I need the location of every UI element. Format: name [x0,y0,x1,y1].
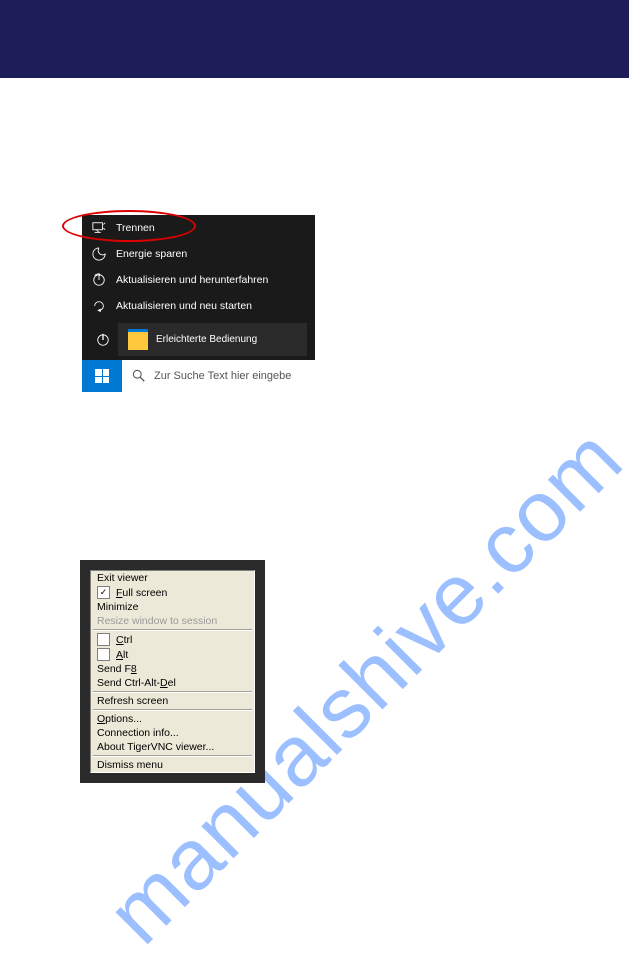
moon-icon [92,247,106,261]
menu-item-sleep[interactable]: Energie sparen [82,241,315,267]
vnc-menu-item[interactable]: Ctrl [91,632,254,647]
search-placeholder: Zur Suche Text hier eingebe [154,370,291,382]
menu-label: Refresh screen [97,695,168,707]
folder-icon [128,329,148,350]
checkbox-icon [97,633,110,646]
menu-label: Dismiss menu [97,759,163,771]
update-restart-icon [92,299,106,313]
menu-separator [93,709,252,711]
menu-label: Aktualisieren und neu starten [116,300,252,312]
menu-item-update-restart[interactable]: Aktualisieren und neu starten [82,293,315,319]
menu-label: Resize window to session [97,615,217,627]
vnc-menu-item[interactable]: Minimize [91,600,254,614]
menu-item-update-shutdown[interactable]: Aktualisieren und herunterfahren [82,267,315,293]
update-shutdown-icon [92,273,106,287]
vnc-menu-item[interactable]: Alt [91,647,254,662]
vnc-context-menu: Exit viewer ✓ Full screen Minimize Resize wi… [80,560,265,783]
checkbox-icon [97,648,110,661]
vnc-menu-item: Resize window to session [91,614,254,628]
menu-label: Minimize [97,601,138,613]
menu-label: Trennen [116,222,155,234]
vnc-menu-item[interactable]: Send F8 [91,662,254,676]
ease-of-access-tile[interactable]: Erleichterte Bedienung [118,323,307,356]
menu-label: Alt [116,649,128,661]
search-input[interactable]: Zur Suche Text hier eingebe [122,360,315,392]
checkbox-icon: ✓ [97,586,110,599]
menu-label: Send F8 [97,663,137,675]
menu-label: Full screen [116,587,167,599]
menu-separator [93,629,252,631]
power-icon[interactable] [88,333,118,347]
menu-label: Send Ctrl-Alt-Del [97,677,176,689]
vnc-menu-item[interactable]: Exit viewer [91,571,254,585]
menu-label: Connection info... [97,727,179,739]
menu-label: Ctrl [116,634,132,646]
menu-label: Aktualisieren und herunterfahren [116,274,268,286]
windows-logo-icon [95,369,109,383]
menu-label: Exit viewer [97,572,148,584]
windows-start-menu: Trennen Energie sparen Aktualisieren und… [82,215,315,392]
search-icon [132,369,146,383]
header-band [0,0,629,78]
vnc-menu-item[interactable]: Connection info... [91,726,254,740]
menu-item-disconnect[interactable]: Trennen [82,215,315,241]
vnc-menu-item[interactable]: Refresh screen [91,694,254,708]
disconnect-icon [92,221,106,235]
menu-label: Energie sparen [116,248,187,260]
vnc-menu-item[interactable]: ✓ Full screen [91,585,254,600]
vnc-menu-item[interactable]: Options... [91,712,254,726]
menu-label: About TigerVNC viewer... [97,741,214,753]
tile-label: Erleichterte Bedienung [156,334,257,345]
vnc-menu-item[interactable]: Send Ctrl-Alt-Del [91,676,254,690]
vnc-menu-item[interactable]: About TigerVNC viewer... [91,740,254,754]
menu-separator [93,755,252,757]
menu-separator [93,691,252,693]
menu-label: Options... [97,713,142,725]
vnc-menu-item[interactable]: Dismiss menu [91,758,254,772]
start-button[interactable] [82,360,122,392]
